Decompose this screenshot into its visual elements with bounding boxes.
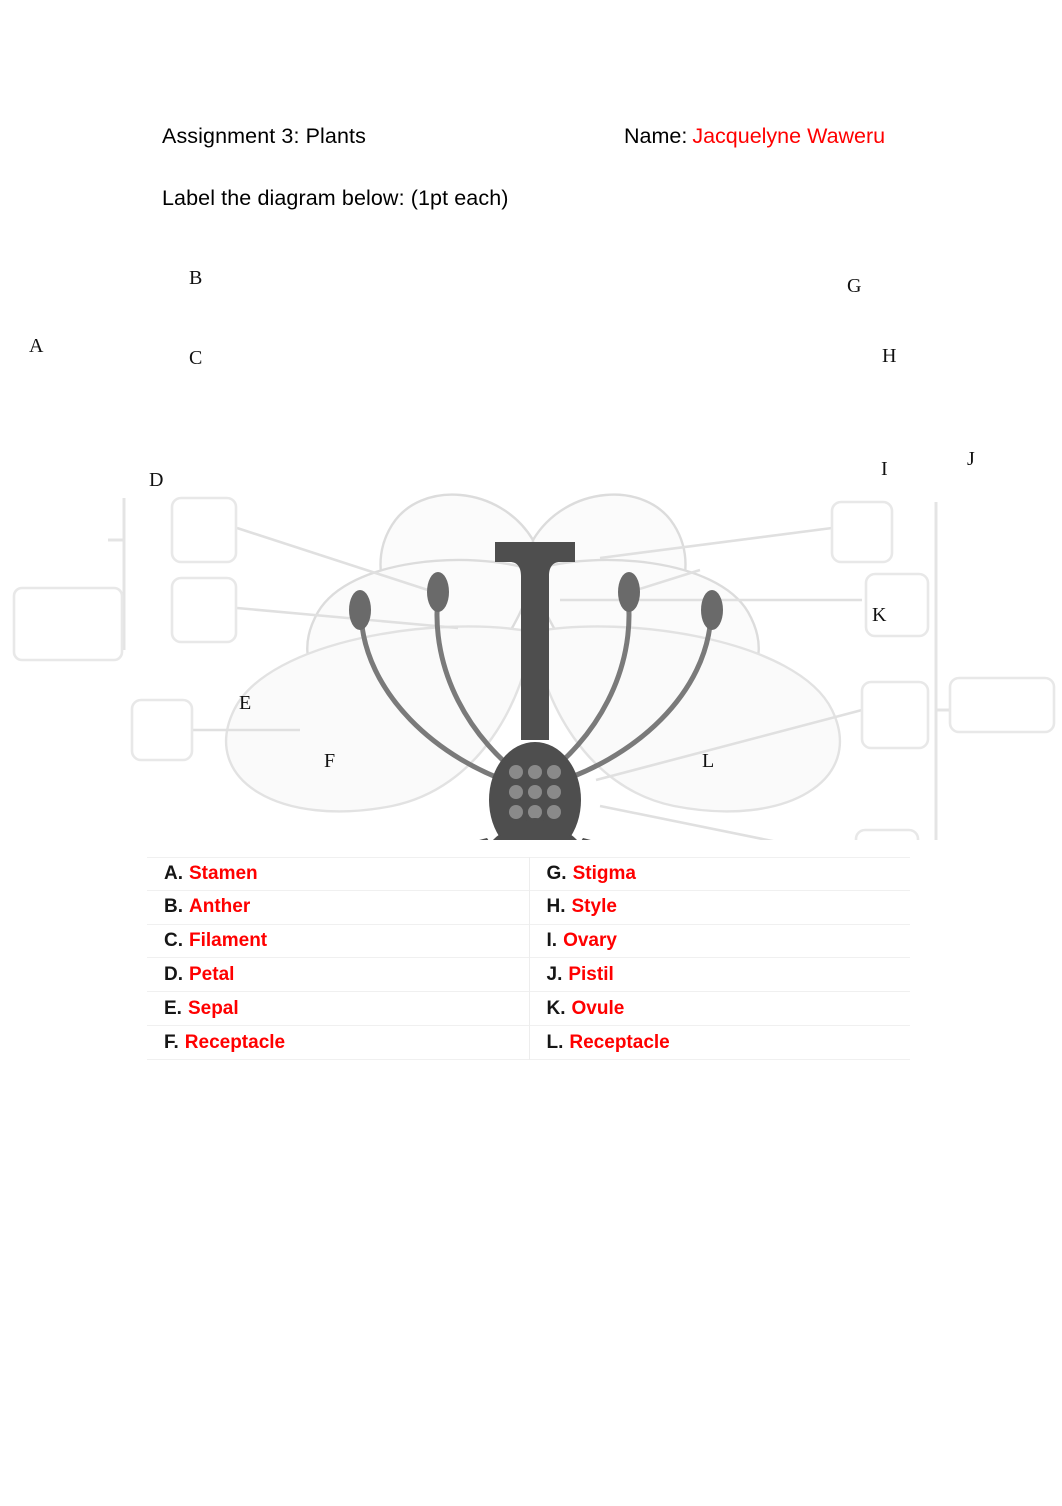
callout-box-K — [854, 828, 920, 840]
callout-letter-D: D — [149, 469, 164, 491]
answer-term: Anther — [189, 896, 251, 918]
answer-letter: D. — [164, 963, 183, 985]
callout-letter-J: J — [967, 448, 975, 470]
answer-letter: A. — [164, 862, 183, 884]
answer-row[interactable]: K. Ovule — [529, 992, 910, 1027]
callout-box-J — [948, 676, 1056, 734]
answer-letter: J. — [546, 963, 563, 985]
callout-box-C — [170, 576, 238, 644]
answer-row[interactable]: A. Stamen — [147, 857, 529, 891]
callout-letter-A: A — [29, 335, 44, 357]
callout-letter-F: F — [324, 750, 336, 772]
answer-row[interactable]: H. Style — [529, 891, 910, 925]
callout-letter-K: K — [872, 604, 887, 626]
sepals-receptacle-group — [479, 818, 591, 840]
answer-row[interactable]: E. Sepal — [147, 992, 529, 1027]
answer-term: Receptacle — [569, 1031, 670, 1053]
answer-key-right-column: G. Stigma H. Style I. Ovary J. Pistil K.… — [528, 857, 910, 1060]
answer-letter: F. — [164, 1031, 179, 1053]
answer-term: Sepal — [187, 997, 239, 1019]
callout-letter-B: B — [189, 267, 203, 289]
answer-row[interactable]: I. Ovary — [529, 925, 910, 959]
callout-letter-G: G — [847, 275, 862, 297]
answer-key-table: A. Stamen B. Anther C. Filament D. Petal… — [147, 857, 910, 1060]
student-name-value[interactable]: Jacquelyne Waweru — [692, 124, 885, 148]
flower-diagram: .petal { fill:#fbfbfb; stroke:#dcdcdc; s… — [0, 240, 1062, 840]
answer-row[interactable]: L. Receptacle — [529, 1026, 910, 1060]
answer-key-left-column: A. Stamen B. Anther C. Filament D. Petal… — [147, 857, 529, 1060]
answer-letter: L. — [546, 1031, 564, 1053]
name-label: Name: — [624, 124, 688, 148]
callout-box-B — [170, 496, 238, 564]
answer-letter: I. — [546, 930, 558, 952]
callout-box-A — [12, 586, 124, 662]
answer-letter: E. — [164, 997, 182, 1019]
ovules-group — [509, 765, 561, 819]
answer-term: Pistil — [568, 963, 614, 985]
answer-row[interactable]: C. Filament — [147, 925, 529, 959]
answer-term: Receptacle — [184, 1031, 286, 1053]
document-header: Assignment 3: Plants Name: Jacquelyne Waw… — [162, 124, 942, 158]
answer-row[interactable]: G. Stigma — [529, 857, 910, 891]
callout-box-G — [830, 500, 894, 564]
bracket-right — [934, 502, 952, 840]
student-name-group: Name: Jacquelyne Waweru — [624, 124, 885, 149]
answer-term: Ovule — [571, 997, 625, 1019]
answer-letter: B. — [164, 896, 183, 918]
answer-letter: C. — [164, 930, 183, 952]
answer-term: Ovary — [563, 930, 617, 952]
answer-letter: H. — [546, 896, 566, 918]
answer-letter: G. — [546, 862, 567, 884]
callout-box-I — [860, 680, 930, 750]
page-title: Assignment 3: Plants — [162, 124, 366, 148]
answer-row[interactable]: F. Receptacle — [147, 1026, 529, 1060]
callout-letter-I: I — [881, 458, 888, 480]
answer-row[interactable]: J. Pistil — [529, 958, 910, 993]
answer-term: Style — [571, 896, 617, 918]
instruction-text: Label the diagram below: (1pt each) — [162, 186, 509, 210]
answer-term: Filament — [189, 930, 268, 952]
callout-letter-L: L — [702, 750, 715, 772]
answer-row[interactable]: D. Petal — [147, 958, 529, 993]
answer-term: Stamen — [189, 862, 258, 884]
callout-letter-E: E — [239, 692, 252, 714]
callout-box-D — [130, 698, 194, 762]
callout-letter-H: H — [882, 345, 897, 367]
answer-term: Stigma — [572, 862, 636, 884]
flower-diagram-svg: .petal { fill:#fbfbfb; stroke:#dcdcdc; s… — [12, 493, 1056, 840]
callout-letter-C: C — [189, 347, 203, 369]
answer-row[interactable]: B. Anther — [147, 891, 529, 925]
answer-term: Petal — [189, 963, 235, 985]
answer-letter: K. — [546, 997, 566, 1019]
